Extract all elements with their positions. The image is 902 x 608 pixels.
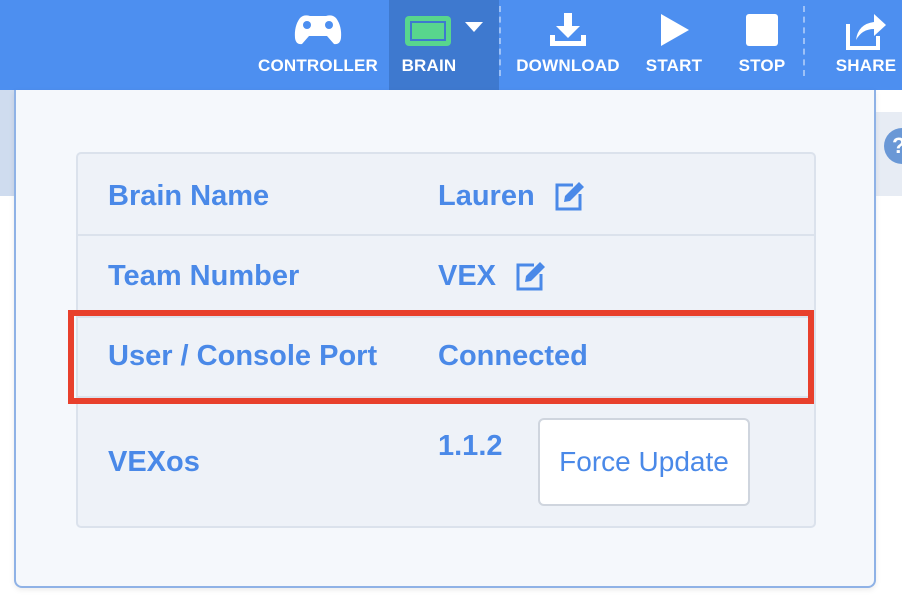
stop-label: STOP bbox=[738, 56, 786, 75]
highlight-box bbox=[68, 310, 814, 404]
brain-button[interactable]: BRAIN bbox=[389, 0, 499, 90]
edit-icon[interactable] bbox=[514, 260, 546, 292]
team-number-value: VEX bbox=[438, 259, 497, 292]
brain-name-value: Lauren bbox=[438, 179, 535, 212]
brain-name-label: Brain Name bbox=[108, 179, 270, 212]
vexos-row: VEXos 1.1.2 Force Update bbox=[78, 418, 814, 506]
share-button[interactable]: SHARE bbox=[830, 0, 902, 90]
brain-screen-icon bbox=[399, 8, 489, 52]
toolbar-separator bbox=[499, 6, 501, 76]
download-icon bbox=[546, 8, 590, 52]
team-number-row: Team Number VEX bbox=[78, 250, 814, 302]
brain-label: BRAIN bbox=[401, 56, 457, 75]
gamepad-icon bbox=[292, 8, 344, 52]
team-number-label: Team Number bbox=[108, 259, 300, 292]
share-icon bbox=[844, 8, 888, 52]
brain-name-row: Brain Name Lauren bbox=[78, 170, 814, 222]
download-button[interactable]: DOWNLOAD bbox=[512, 0, 624, 90]
stop-button[interactable]: STOP bbox=[730, 0, 794, 90]
vexos-label: VEXos bbox=[108, 445, 200, 478]
stop-icon bbox=[745, 8, 779, 52]
toolbar: CONTROLLER BRAIN DOWNLOAD START STOP SHA… bbox=[0, 0, 902, 90]
force-update-button[interactable]: Force Update bbox=[538, 418, 750, 506]
background-strip-left bbox=[0, 90, 14, 196]
start-label: START bbox=[645, 56, 703, 75]
controller-label: CONTROLLER bbox=[257, 56, 379, 75]
caret-down-icon bbox=[465, 22, 483, 32]
row-divider bbox=[78, 234, 814, 236]
vexos-version: 1.1.2 bbox=[438, 430, 503, 462]
controller-button[interactable]: CONTROLLER bbox=[256, 0, 380, 90]
toolbar-separator bbox=[803, 6, 805, 76]
edit-icon[interactable] bbox=[553, 180, 585, 212]
download-label: DOWNLOAD bbox=[516, 56, 620, 75]
start-button[interactable]: START bbox=[640, 0, 708, 90]
play-icon bbox=[657, 8, 691, 52]
share-label: SHARE bbox=[835, 56, 897, 75]
